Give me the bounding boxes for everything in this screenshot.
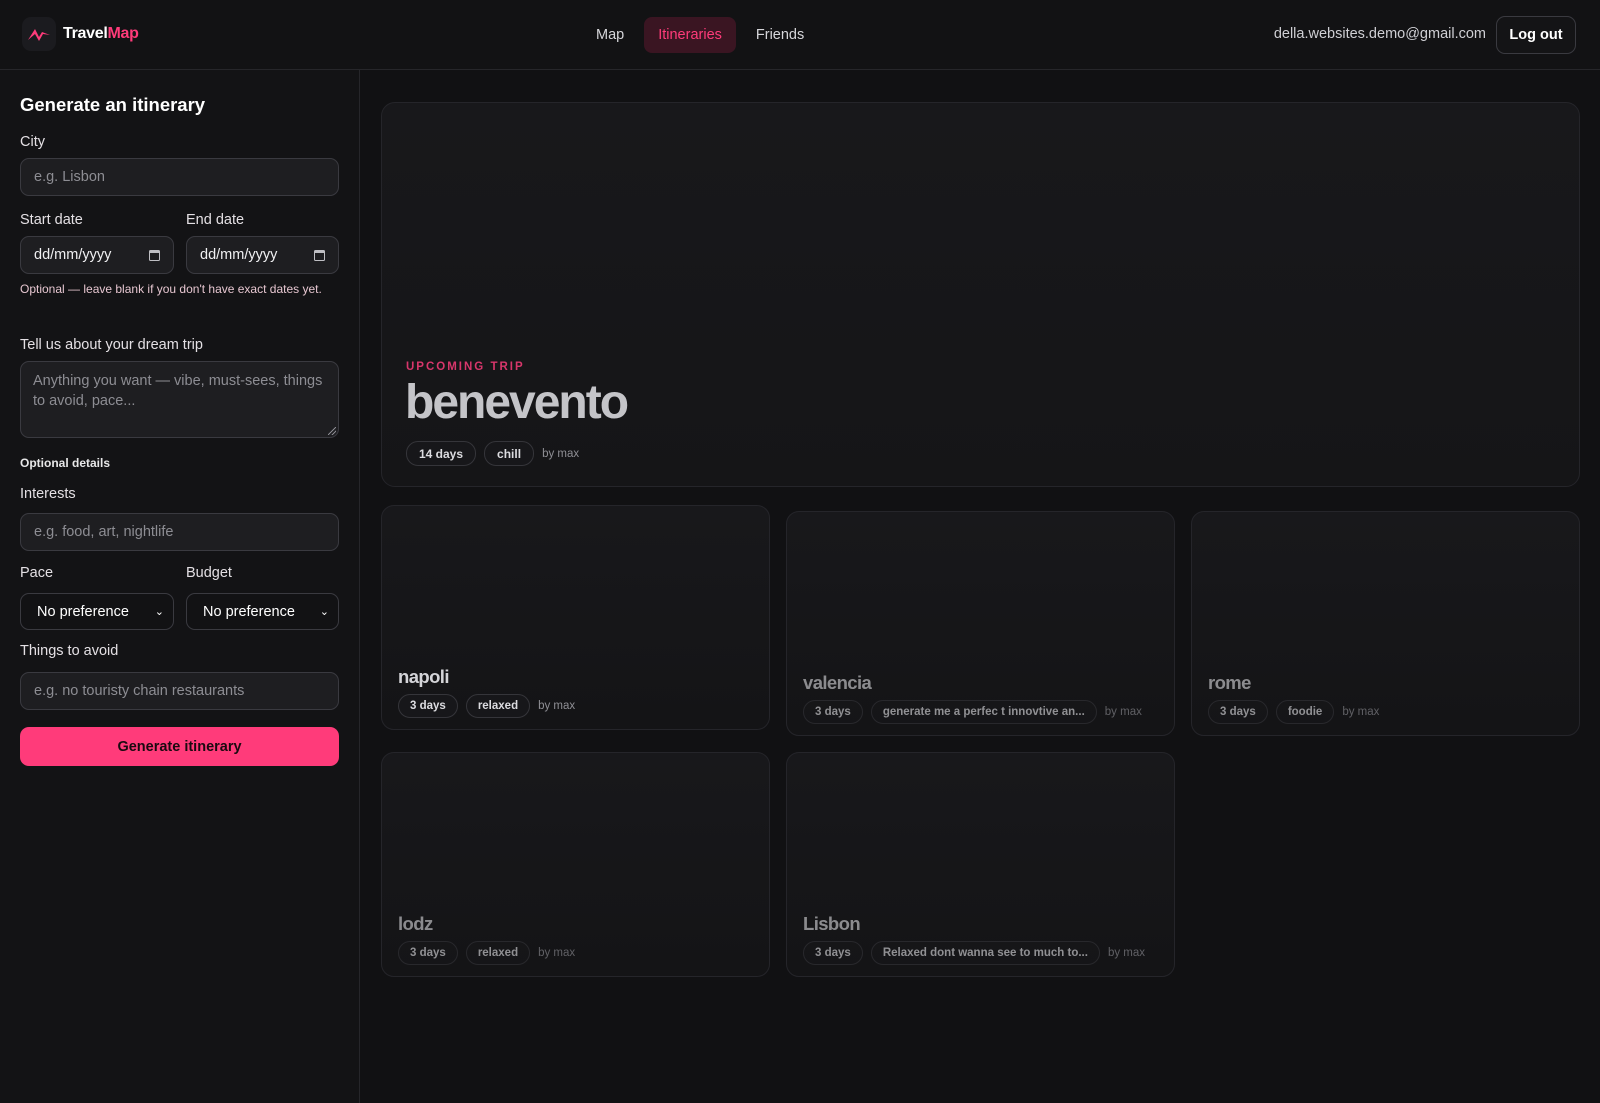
itinerary-city: lodz bbox=[398, 913, 433, 934]
form-title: Generate an itinerary bbox=[20, 94, 206, 115]
brand-name-travel: Travel bbox=[63, 25, 108, 42]
dream-trip-textarea[interactable]: Anything you want — vibe, must-sees, thi… bbox=[20, 361, 339, 438]
interests-label: Interests bbox=[20, 486, 76, 502]
itinerary-tags: 3 days relaxed by max bbox=[398, 694, 575, 718]
budget-value: No preference bbox=[203, 603, 295, 620]
upcoming-trip-card[interactable]: UPCOMING TRIP benevento 14 days chill by… bbox=[381, 102, 1580, 487]
top-navbar: TravelMap Map Itineraries Friends della.… bbox=[0, 0, 1600, 70]
nav-itineraries[interactable]: Itineraries bbox=[644, 17, 736, 53]
avoid-input[interactable]: e.g. no touristy chain restaurants bbox=[20, 672, 339, 710]
itinerary-card-valencia[interactable]: valencia 3 days generate me a perfec t i… bbox=[786, 511, 1175, 736]
author-byline: by max bbox=[1342, 706, 1380, 718]
dream-trip-label: Tell us about your dream trip bbox=[20, 337, 203, 353]
pace-value: No preference bbox=[37, 603, 129, 620]
optional-details-toggle[interactable]: Optional details bbox=[20, 456, 110, 470]
logout-button[interactable]: Log out bbox=[1496, 16, 1576, 54]
interests-input[interactable]: e.g. food, art, nightlife bbox=[20, 513, 339, 551]
user-email: della.websites.demo@gmail.com bbox=[1273, 26, 1486, 42]
pace-select[interactable]: No preference ⌄ bbox=[20, 593, 174, 630]
itinerary-city: Lisbon bbox=[803, 913, 861, 934]
nav-map[interactable]: Map bbox=[582, 17, 638, 53]
itinerary-tags: 3 days Relaxed dont wanna see to much to… bbox=[803, 941, 1145, 965]
main-nav: Map Itineraries Friends bbox=[582, 17, 818, 53]
start-date-value: dd/mm/yyyy bbox=[34, 247, 112, 263]
itinerary-card-rome[interactable]: rome 3 days foodie by max bbox=[1191, 511, 1580, 736]
interests-placeholder: e.g. food, art, nightlife bbox=[34, 524, 174, 540]
upcoming-trip-city: benevento bbox=[405, 376, 629, 429]
end-date-input[interactable]: dd/mm/yyyy bbox=[186, 236, 339, 274]
duration-badge: 3 days bbox=[398, 694, 458, 718]
duration-badge: 3 days bbox=[803, 941, 863, 965]
start-date-label: Start date bbox=[20, 212, 83, 228]
vibe-badge: relaxed bbox=[465, 941, 531, 965]
vibe-badge: Relaxed dont wanna see to much to... bbox=[870, 941, 1100, 965]
author-byline: by max bbox=[1104, 706, 1142, 718]
brand-logo-link[interactable]: TravelMap bbox=[22, 17, 139, 51]
duration-badge: 3 days bbox=[803, 700, 863, 724]
vibe-badge: relaxed bbox=[465, 694, 531, 718]
itinerary-tags: 3 days generate me a perfec t innovtive … bbox=[803, 700, 1142, 724]
chevron-down-icon: ⌄ bbox=[154, 606, 164, 618]
start-date-input[interactable]: dd/mm/yyyy bbox=[20, 236, 174, 274]
travelmap-logo-icon bbox=[22, 17, 56, 51]
nav-friends[interactable]: Friends bbox=[742, 17, 818, 53]
duration-badge: 3 days bbox=[1208, 700, 1268, 724]
calendar-icon[interactable] bbox=[314, 249, 325, 261]
duration-badge: 3 days bbox=[398, 941, 458, 965]
city-label: City bbox=[20, 134, 45, 150]
end-date-value: dd/mm/yyyy bbox=[200, 247, 278, 263]
vibe-badge: chill bbox=[484, 441, 535, 466]
author-byline: by max bbox=[1107, 947, 1146, 959]
itinerary-card-lisbon[interactable]: Lisbon 3 days Relaxed dont wanna see to … bbox=[786, 752, 1175, 977]
dream-trip-placeholder: Anything you want — vibe, must-sees, thi… bbox=[33, 373, 323, 409]
itinerary-card-lodz[interactable]: lodz 3 days relaxed by max bbox=[381, 752, 770, 977]
itinerary-card-napoli[interactable]: napoli 3 days relaxed by max bbox=[381, 505, 770, 730]
itinerary-city: napoli bbox=[398, 666, 449, 687]
avoid-placeholder: e.g. no touristy chain restaurants bbox=[34, 683, 245, 699]
upcoming-trip-tags: 14 days chill by max bbox=[406, 441, 579, 466]
itinerary-tags: 3 days relaxed by max bbox=[398, 941, 575, 965]
resize-handle-icon[interactable] bbox=[328, 427, 336, 435]
generate-itinerary-panel: Generate an itinerary City e.g. Lisbon S… bbox=[0, 70, 360, 1103]
vibe-badge: generate me a perfec t innovtive an... bbox=[870, 700, 1097, 724]
calendar-icon[interactable] bbox=[149, 249, 160, 261]
budget-label: Budget bbox=[186, 565, 232, 581]
budget-select[interactable]: No preference ⌄ bbox=[186, 593, 339, 630]
author-byline: by max bbox=[542, 447, 580, 460]
end-date-label: End date bbox=[186, 212, 245, 228]
upcoming-trip-kicker: UPCOMING TRIP bbox=[406, 361, 525, 373]
brand-name: TravelMap bbox=[63, 25, 139, 43]
itinerary-tags: 3 days foodie by max bbox=[1208, 700, 1379, 724]
author-byline: by max bbox=[538, 947, 576, 959]
generate-itinerary-button[interactable]: Generate itinerary bbox=[20, 727, 339, 766]
author-byline: by max bbox=[538, 700, 576, 712]
city-input[interactable]: e.g. Lisbon bbox=[20, 158, 339, 196]
city-placeholder: e.g. Lisbon bbox=[34, 169, 105, 185]
duration-badge: 14 days bbox=[406, 441, 477, 466]
dates-hint: Optional — leave blank if you don't have… bbox=[20, 282, 322, 296]
avoid-label: Things to avoid bbox=[20, 643, 119, 659]
pace-label: Pace bbox=[20, 565, 54, 581]
brand-name-map: Map bbox=[107, 25, 139, 42]
itinerary-city: rome bbox=[1208, 672, 1251, 693]
chevron-down-icon: ⌄ bbox=[319, 606, 329, 618]
itinerary-city: valencia bbox=[803, 672, 872, 693]
vibe-badge: foodie bbox=[1275, 700, 1335, 724]
